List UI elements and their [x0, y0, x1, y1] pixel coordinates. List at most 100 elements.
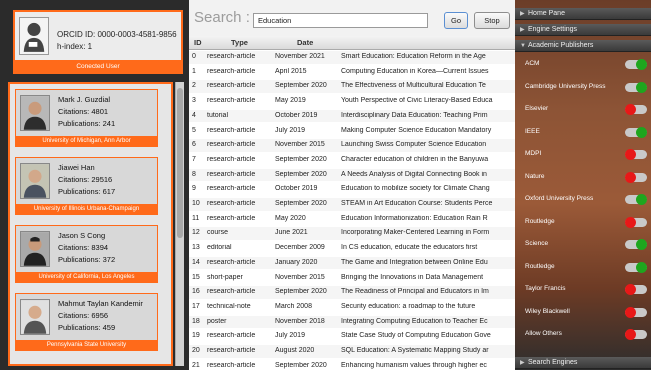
author-card[interactable]: Mark J. Guzdial Citations: 4801 Publicat… [15, 89, 158, 147]
author-photo [20, 95, 50, 131]
cell-date: July 2019 [275, 332, 305, 340]
cell-type: research-article [207, 97, 256, 105]
publisher-toggle[interactable] [625, 104, 647, 115]
h-index: h-index: 1 [57, 42, 93, 51]
table-row[interactable]: 13 editorial December 2009 In CS education,… [189, 242, 515, 255]
author-portrait-icon [21, 232, 49, 266]
cell-title: Education to mobilize society for Climat… [341, 185, 490, 193]
toggle-knob [625, 104, 636, 115]
cell-type: course [207, 229, 229, 237]
table-row[interactable]: 21 research-article September 2020 Enhancin… [189, 360, 515, 370]
publisher-label: MDPI [525, 150, 542, 157]
author-card[interactable]: Jason S Cong Citations: 8394 Publication… [15, 225, 158, 283]
column-header-date[interactable]: Date [297, 38, 313, 47]
cell-title: Incorporating Maker-Centered Learning in… [341, 229, 490, 237]
table-row[interactable]: 1 research-article April 2015 Computing Edu… [189, 66, 515, 79]
author-affiliation: Pennsylvania State University [15, 340, 158, 351]
settings-panel: ▶ Home Pane ▶ Engine Settings ▼ Academic Pu… [515, 0, 651, 370]
user-avatar [19, 17, 49, 55]
cell-type: research-article [207, 288, 256, 296]
toggle-knob [625, 171, 636, 183]
table-row[interactable]: 17 technical-note March 2008 Security educa… [189, 301, 515, 314]
results-table: ID Type Date 0 research-article November 2… [189, 36, 515, 370]
publisher-toggle[interactable] [625, 216, 647, 228]
cell-title: Character education of children in the B… [341, 155, 489, 163]
publisher-toggle[interactable] [625, 284, 647, 295]
cell-id: 19 [192, 332, 200, 340]
author-portrait-icon [21, 300, 49, 334]
table-row[interactable]: 0 research-article November 2021 Smart Educ… [189, 51, 515, 64]
table-row[interactable]: 10 research-article September 2020 STEAM in… [189, 198, 515, 211]
academic-publishers-header[interactable]: ▼ Academic Publishers [515, 40, 651, 52]
publisher-label: Elsevier [525, 105, 549, 112]
author-list: Mark J. Guzdial Citations: 4801 Publicat… [8, 82, 173, 366]
publisher-toggle[interactable] [625, 126, 647, 138]
cell-type: research-article [207, 126, 256, 134]
table-body: 0 research-article November 2021 Smart Educ… [189, 51, 515, 370]
search-input[interactable] [253, 13, 428, 28]
table-row[interactable]: 7 research-article September 2020 Character… [189, 154, 515, 167]
cell-id: 21 [192, 361, 200, 369]
table-row[interactable]: 4 tutorial October 2019 Interdisciplinary D… [189, 109, 515, 123]
publisher-row: Wiley Blackwell [515, 304, 651, 322]
table-row[interactable]: 6 research-article November 2015 Launching … [189, 139, 515, 152]
stop-button[interactable]: Stop [474, 12, 510, 29]
author-photo [20, 163, 50, 199]
go-button[interactable]: Go [444, 12, 468, 29]
table-row[interactable]: 9 research-article October 2019 Education t… [189, 183, 515, 196]
publisher-toggle[interactable] [625, 261, 647, 273]
table-row[interactable]: 12 course June 2021 Incorporating Maker-Cen… [189, 227, 515, 240]
left-panel: ORCID ID: 0000-0003-4581-9856 h-index: 1… [0, 0, 189, 370]
table-row[interactable]: 15 short-paper November 2015 Bringing the I… [189, 272, 515, 285]
publisher-row: ACM [515, 56, 651, 74]
table-row[interactable]: 2 research-article September 2020 The Effec… [189, 80, 515, 93]
cell-id: 2 [192, 82, 196, 90]
cell-type: research-article [207, 155, 256, 163]
publisher-toggle[interactable] [625, 59, 647, 70]
table-row[interactable]: 18 poster November 2018 Integrating Computi… [189, 315, 515, 329]
cell-type: research-article [207, 185, 256, 193]
table-row[interactable]: 19 research-article July 2019 State Case St… [189, 330, 515, 343]
cell-date: September 2020 [275, 361, 327, 369]
publisher-label: Science [525, 240, 549, 247]
cell-date: May 2020 [275, 214, 306, 222]
home-pane-header[interactable]: ▶ Home Pane [515, 8, 651, 20]
author-card[interactable]: Jiawei Han Citations: 29516 Publications… [15, 157, 158, 215]
table-header: ID Type Date [189, 36, 515, 50]
publisher-toggle[interactable] [625, 171, 647, 183]
publisher-toggle[interactable] [625, 81, 647, 93]
cell-title: In CS education, educate the educators f… [341, 244, 478, 252]
author-list-scrollbar[interactable] [175, 82, 184, 366]
table-row[interactable]: 11 research-article May 2020 Education Info… [189, 213, 515, 226]
column-header-type[interactable]: Type [231, 38, 248, 47]
publisher-toggle[interactable] [625, 329, 647, 340]
cell-type: research-article [207, 332, 256, 340]
cell-date: September 2020 [275, 288, 327, 296]
user-silhouette-icon [23, 22, 45, 52]
search-engines-label: Search Engines [528, 359, 578, 366]
toggle-knob [625, 329, 636, 340]
cell-date: April 2015 [275, 67, 307, 75]
scrollbar-thumb[interactable] [177, 88, 183, 238]
chevron-down-icon: ▼ [520, 43, 526, 49]
author-card[interactable]: Mahmut Taylan Kandemir Citations: 6956 P… [15, 293, 158, 351]
cell-type: tutorial [207, 111, 229, 119]
table-row[interactable]: 14 research-article January 2020 The Game a… [189, 256, 515, 270]
publisher-toggle[interactable] [625, 239, 647, 250]
table-row[interactable]: 3 research-article May 2019 Youth Perspecti… [189, 95, 515, 108]
publisher-toggle[interactable] [625, 306, 647, 318]
table-row[interactable]: 20 research-article August 2020 SQL Educati… [189, 345, 515, 358]
engine-settings-header[interactable]: ▶ Engine Settings [515, 24, 651, 36]
publisher-toggle[interactable] [625, 194, 647, 205]
search-engines-header[interactable]: ▶ Search Engines [515, 357, 651, 369]
table-row[interactable]: 8 research-article September 2020 A Needs A… [189, 168, 515, 182]
cell-title: Interdisciplinary Data Education: Teachi… [341, 111, 488, 119]
author-affiliation: University of California, Los Angeles [15, 272, 158, 283]
column-header-id[interactable]: ID [194, 38, 202, 47]
toggle-knob [625, 306, 636, 318]
table-row[interactable]: 16 research-article September 2020 The Read… [189, 286, 515, 299]
table-row[interactable]: 5 research-article July 2019 Making Compute… [189, 125, 515, 138]
cell-date: November 2021 [275, 53, 325, 60]
home-pane-label: Home Pane [528, 10, 565, 17]
publisher-toggle[interactable] [625, 149, 647, 160]
